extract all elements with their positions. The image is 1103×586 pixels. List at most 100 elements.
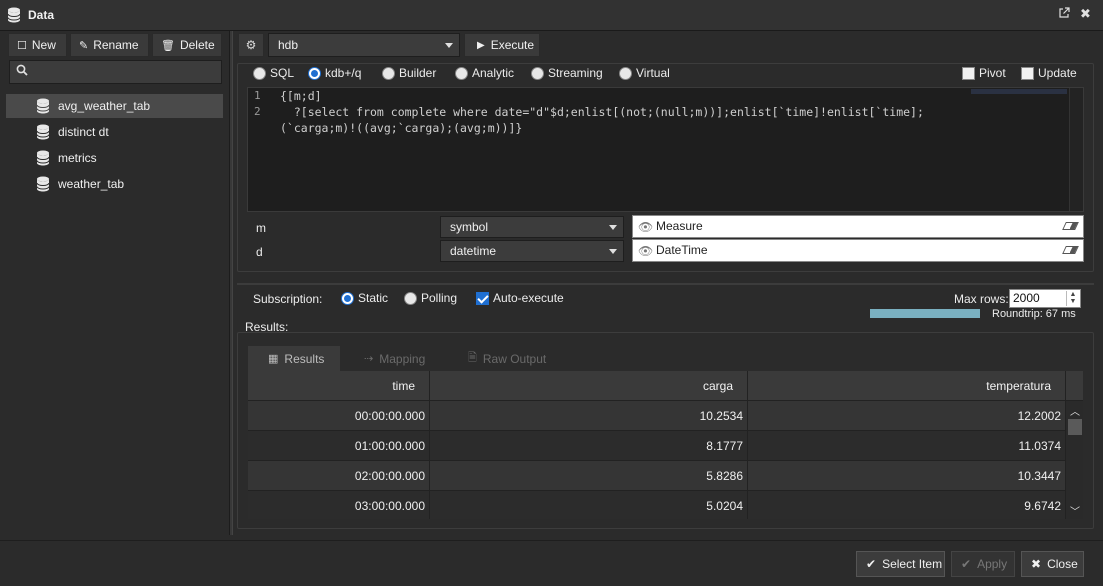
- code-line-1: {[m;d]: [280, 89, 322, 103]
- table-row[interactable]: 02:00:00.000 5.8286 10.3447: [248, 461, 1066, 491]
- static-radio[interactable]: Static: [341, 291, 388, 305]
- table-row[interactable]: 03:00:00.000 5.0204 9.6742: [248, 491, 1066, 519]
- param-name-d: d: [256, 245, 263, 259]
- checkbox-icon: [962, 66, 975, 80]
- tree-item-distinct-dt[interactable]: distinct dt: [6, 120, 223, 144]
- spinner-arrows-icon[interactable]: ▲ ▼: [1066, 291, 1079, 306]
- eraser-icon[interactable]: [1062, 246, 1079, 254]
- query-editor[interactable]: 1 2 {[m;d] ?[select from complete where …: [247, 87, 1084, 212]
- tree-item-avg-weather-tab[interactable]: avg_weather_tab: [6, 94, 223, 118]
- editor-scrollbar[interactable]: [1069, 88, 1083, 211]
- play-icon: ▶: [477, 39, 485, 51]
- max-rows-label: Max rows:: [954, 292, 1009, 306]
- vertical-splitter[interactable]: [229, 31, 233, 535]
- max-rows-stepper[interactable]: 2000 ▲ ▼: [1009, 289, 1081, 308]
- auto-execute-checkbox[interactable]: Auto-execute: [476, 291, 564, 305]
- mode-radio-sql[interactable]: SQL: [253, 66, 294, 80]
- tree-item-weather-tab[interactable]: weather_tab: [6, 172, 223, 196]
- line-gutter: 1 2: [248, 88, 276, 211]
- subscription-label: Subscription:: [253, 292, 323, 306]
- update-checkbox[interactable]: Update: [1021, 66, 1077, 80]
- update-label: Update: [1038, 66, 1077, 80]
- tab-mapping[interactable]: ⇢ Mapping: [344, 346, 444, 371]
- param-value-field-d[interactable]: 👁 DateTime: [632, 239, 1084, 262]
- polling-radio[interactable]: Polling: [404, 291, 457, 305]
- mapping-icon: ⇢: [364, 353, 374, 365]
- column-header-carga[interactable]: carga: [430, 371, 748, 401]
- close-button[interactable]: ✖ Close: [1021, 551, 1084, 577]
- execute-button-label: Execute: [490, 38, 535, 52]
- scrollbar-thumb[interactable]: [1068, 419, 1082, 435]
- cell-temperatura: 9.6742: [748, 491, 1066, 519]
- tree-item-metrics[interactable]: metrics: [6, 146, 223, 170]
- radio-selected-icon: [341, 291, 354, 305]
- eye-icon[interactable]: 👁: [638, 217, 653, 238]
- tree-item-label: metrics: [58, 151, 97, 165]
- cell-carga: 10.2534: [430, 401, 748, 431]
- cell-temperatura: 10.3447: [748, 461, 1066, 491]
- tree-item-label: weather_tab: [58, 177, 125, 191]
- header-corner: [1066, 371, 1083, 401]
- results-table[interactable]: time carga temperatura 00:00:00.000 10.2…: [248, 371, 1083, 519]
- cell-carga: 5.8286: [430, 461, 748, 491]
- column-header-time[interactable]: time: [248, 371, 430, 401]
- param-value-field-m[interactable]: 👁 Measure: [632, 215, 1084, 238]
- rename-button[interactable]: ✎ Rename: [70, 33, 149, 57]
- auto-execute-label: Auto-execute: [493, 291, 564, 305]
- connection-select[interactable]: hdb: [268, 33, 460, 57]
- cell-time: 00:00:00.000: [248, 401, 430, 431]
- search-input[interactable]: [9, 60, 222, 84]
- edit-icon: ✎: [79, 39, 89, 52]
- execute-button[interactable]: ▶ Execute: [464, 33, 540, 57]
- column-header-temperatura[interactable]: temperatura: [748, 371, 1066, 401]
- database-icon: [7, 7, 21, 26]
- chevron-down-icon[interactable]: ﹀: [1070, 503, 1080, 518]
- horizontal-splitter[interactable]: [237, 283, 1094, 285]
- polling-label: Polling: [421, 291, 458, 305]
- tree-item-label: avg_weather_tab: [58, 99, 151, 113]
- table-scrollbar[interactable]: ︿ ﹀: [1065, 401, 1083, 519]
- code-minimap[interactable]: [971, 89, 1067, 94]
- close-icon[interactable]: ✖: [1080, 6, 1091, 22]
- pivot-checkbox[interactable]: Pivot: [962, 66, 1006, 80]
- apply-button[interactable]: ✔ Apply: [951, 551, 1015, 577]
- tab-results[interactable]: ▦ Results: [248, 346, 340, 371]
- table-row[interactable]: 01:00:00.000 8.1777 11.0374: [248, 431, 1066, 461]
- tree-item-label: distinct dt: [58, 125, 109, 139]
- close-label: Close: [1047, 557, 1078, 571]
- database-icon: [36, 150, 50, 169]
- mode-radio-streaming[interactable]: Streaming: [531, 66, 603, 80]
- param-type-value: datetime: [450, 244, 497, 258]
- checkmark-icon: ✔: [866, 557, 877, 571]
- code-line-3: (`carga;m)!((avg;`carga);(avg;m))]}: [280, 121, 523, 135]
- mode-radio-builder[interactable]: Builder: [382, 66, 436, 80]
- mode-radio-kdb[interactable]: kdb+/q: [308, 66, 361, 80]
- param-type-value: symbol: [450, 220, 489, 234]
- new-button[interactable]: ☐ New: [8, 33, 67, 57]
- title-bar: Data ✖: [0, 0, 1103, 31]
- popout-icon[interactable]: [1058, 7, 1070, 22]
- chevron-up-icon[interactable]: ︿: [1070, 403, 1080, 418]
- chevron-down-icon: [609, 249, 617, 254]
- code-line-2: ?[select from complete where date="d"$d;…: [280, 105, 924, 119]
- mode-label: SQL: [270, 66, 295, 80]
- mode-radio-virtual[interactable]: Virtual: [619, 66, 670, 80]
- param-type-select-d[interactable]: datetime: [440, 240, 624, 262]
- max-rows-value: 2000: [1013, 291, 1040, 305]
- eye-icon[interactable]: 👁: [638, 241, 653, 262]
- new-file-icon: ☐: [17, 39, 27, 52]
- tab-raw-output[interactable]: 🗎 Raw Output: [448, 346, 558, 371]
- delete-button[interactable]: 🗑 Delete: [152, 33, 222, 57]
- settings-gears-icon[interactable]: ⚙: [238, 33, 264, 57]
- mode-radio-analytic[interactable]: Analytic: [455, 66, 514, 80]
- chevron-down-icon: [445, 43, 453, 48]
- checkmark-icon: ✔: [961, 557, 972, 571]
- table-row[interactable]: 00:00:00.000 10.2534 12.2002: [248, 401, 1066, 431]
- roundtrip-text: Roundtrip: 67 ms: [992, 308, 1076, 320]
- cell-time: 02:00:00.000: [248, 461, 430, 491]
- eraser-icon[interactable]: [1062, 222, 1079, 230]
- mode-label: Analytic: [472, 66, 515, 80]
- results-tabs: ▦ Results ⇢ Mapping 🗎 Raw Output: [248, 346, 1083, 371]
- select-item-button[interactable]: ✔ Select Item: [856, 551, 945, 577]
- param-type-select-m[interactable]: symbol: [440, 216, 624, 238]
